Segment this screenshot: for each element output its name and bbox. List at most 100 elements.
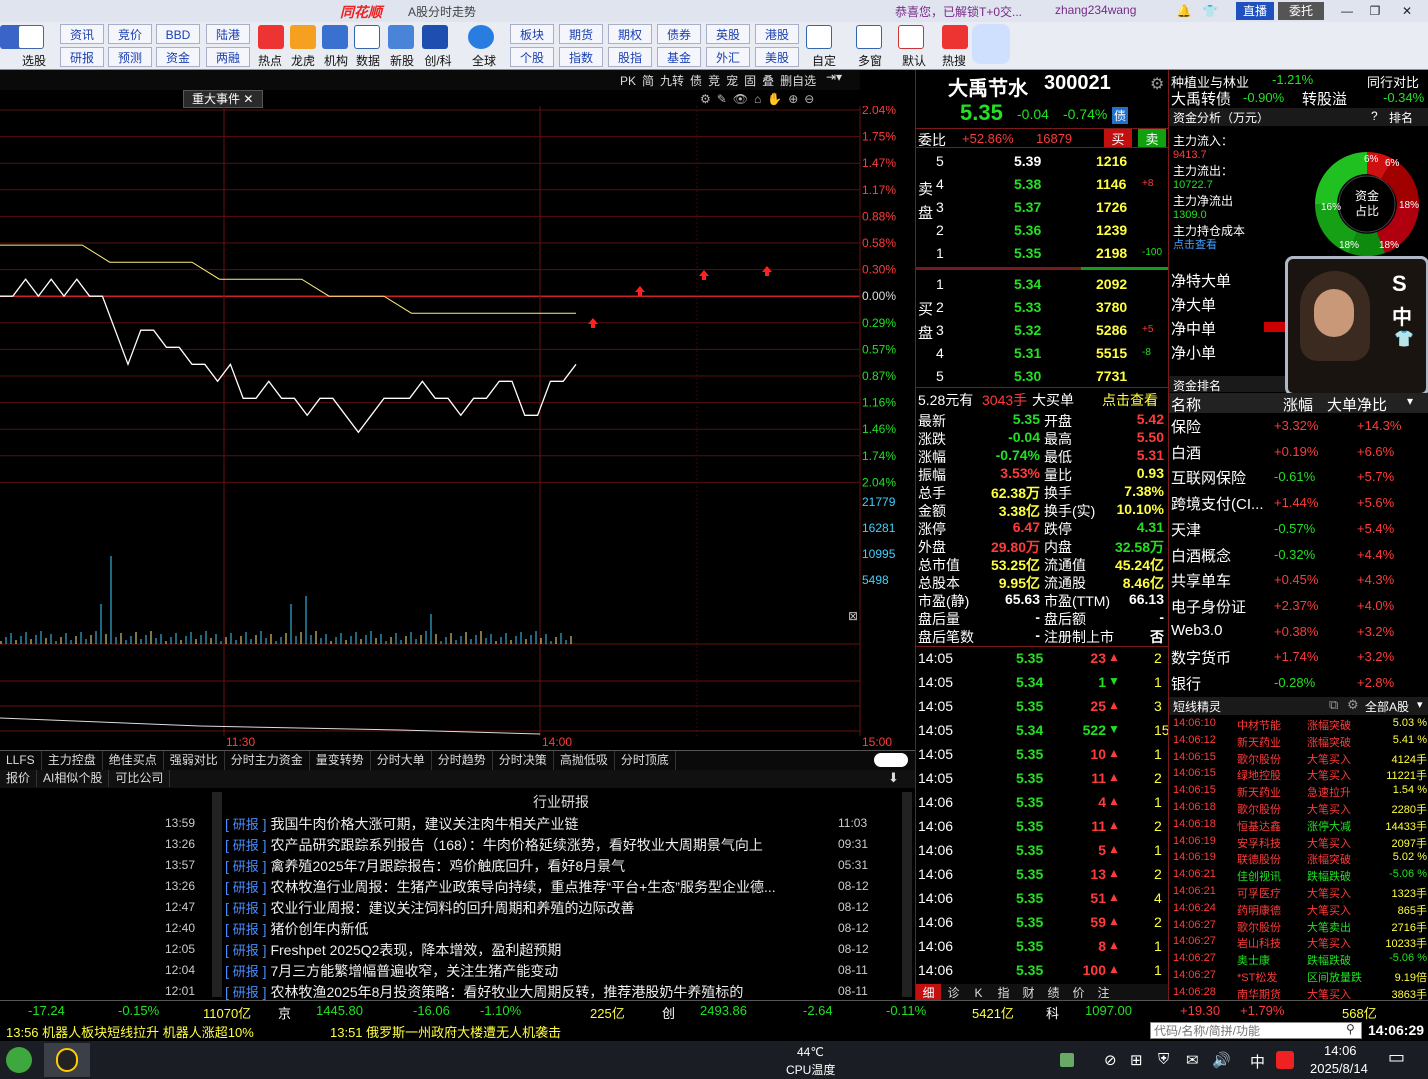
wizard-row[interactable]: 14:06:12 新天药业 涨幅突破 5.41 %: [1169, 734, 1428, 751]
news-scrollbar[interactable]: [902, 792, 912, 997]
tb-hk-connect[interactable]: 陆港: [206, 24, 250, 44]
nvidia-icon[interactable]: [1060, 1053, 1074, 1067]
ipo-icon[interactable]: [388, 25, 414, 49]
ths-tray-icon[interactable]: [1276, 1051, 1294, 1069]
wizard-row[interactable]: 14:06:24 药明康德 大笔买入 865手: [1169, 902, 1428, 919]
bids-row[interactable]: 4 5.31 5515 -8: [916, 343, 1169, 365]
help-icon[interactable]: ?: [1371, 109, 1378, 123]
tb-hk-stocks[interactable]: 港股: [755, 24, 799, 44]
asks-row[interactable]: 3 5.37 1726: [916, 197, 1169, 219]
bell-icon[interactable]: 🔔: [1176, 2, 1192, 20]
buy-button[interactable]: 买: [1104, 129, 1132, 147]
info-tab-1[interactable]: AI相似个股: [37, 770, 110, 787]
ticker-right[interactable]: 13:51 俄罗斯一州政府大楼遭无人机袭击: [330, 1022, 561, 1041]
news-item[interactable]: [ 研报 ] 猪价创年内新低: [225, 919, 885, 939]
news-item[interactable]: [ 研报 ] 7月三方能繁增幅普遍收窄，关注生猪产能变动: [225, 961, 885, 981]
custom-icon[interactable]: [806, 25, 832, 49]
news-item[interactable]: [ 研报 ] Freshpet 2025Q2表现，降本增效，盈利超预期: [225, 940, 885, 960]
multi-window-icon[interactable]: [856, 25, 882, 49]
bond-badge[interactable]: 债: [1112, 107, 1129, 124]
rank-row[interactable]: Web3.0 +0.38% +3.2%: [1169, 620, 1428, 646]
video-popup[interactable]: S 中 👕: [1285, 256, 1428, 396]
ticker-left[interactable]: 13:56 机器人板块短线拉升 机器人涨超10%: [6, 1022, 254, 1041]
peer-compare[interactable]: 同行对比: [1367, 72, 1419, 91]
quote-tab-1[interactable]: 诊: [941, 984, 966, 1001]
wizard-row[interactable]: 14:06:21 佳创视讯 跌幅跌破 -5.06 %: [1169, 868, 1428, 885]
tb-sector[interactable]: 板块: [510, 24, 554, 44]
indicator-tab-7[interactable]: 分时趋势: [432, 751, 493, 770]
wizard-scope-arrow-icon[interactable]: ▾: [1417, 698, 1423, 711]
dragon-icon[interactable]: [290, 25, 316, 49]
tb-forecast[interactable]: 预测: [108, 47, 152, 67]
tb-research[interactable]: 研报: [60, 47, 104, 67]
globe-icon[interactable]: [468, 25, 494, 49]
wizard-scope[interactable]: 全部A股: [1365, 698, 1409, 715]
quote-tab-7[interactable]: 注: [1091, 984, 1116, 1001]
tb-funds[interactable]: 基金: [657, 47, 701, 67]
chart-expand-icon[interactable]: ⇥▾: [826, 70, 842, 84]
tb-us-stocks[interactable]: 美股: [755, 47, 799, 67]
settings-icon[interactable]: ⚙: [1150, 74, 1164, 94]
wizard-row[interactable]: 14:06:18 歌尔股份 大笔买入 2280手: [1169, 801, 1428, 818]
chart-tool-8[interactable]: 删自选: [780, 74, 816, 88]
rank-sort-icon[interactable]: ▾: [1407, 394, 1413, 408]
search-input[interactable]: [1150, 1022, 1362, 1039]
rank-col-name[interactable]: 名称: [1171, 394, 1201, 415]
chart-tools[interactable]: ⚙✎👁⌂✋⊕⊖: [700, 92, 820, 106]
quote-tab-6[interactable]: 价: [1066, 984, 1091, 1001]
tb-futures[interactable]: 期货: [559, 24, 603, 44]
tb-single-stock[interactable]: 个股: [510, 47, 554, 67]
chart-tool-3[interactable]: 债: [690, 74, 702, 88]
wizard-settings-icon[interactable]: ⚙: [1347, 697, 1359, 713]
info-tab-0[interactable]: 报价: [0, 770, 38, 787]
rank-row[interactable]: 数字货币 +1.74% +3.2%: [1169, 645, 1428, 671]
news-item[interactable]: [ 研报 ] 农林牧渔2025年8月投资策略：看好牧业大周期反转，推荐港股奶牛养…: [225, 982, 885, 1002]
username[interactable]: zhang234wang: [1055, 3, 1136, 17]
chart-tool-0[interactable]: PK: [620, 74, 636, 88]
wizard-row[interactable]: 14:06:10 中材节能 涨幅突破 5.03 %: [1169, 717, 1428, 734]
indicator-tab-8[interactable]: 分时决策: [493, 751, 554, 770]
search-icon[interactable]: ⚲: [1346, 1022, 1355, 1036]
news-item[interactable]: [ 研报 ] 农林牧渔行业周报：生猪产业政策导向持续，重点推荐“平台+生态”服务…: [225, 877, 885, 897]
tb-index[interactable]: 指数: [559, 47, 603, 67]
rank-row[interactable]: 跨境支付(CI... +1.44% +5.6%: [1169, 491, 1428, 517]
wizard-row[interactable]: 14:06:15 新天药业 急速拉升 1.54 %: [1169, 784, 1428, 801]
chart-tool-4[interactable]: 竞: [708, 74, 720, 88]
robot-icon[interactable]: [972, 24, 1010, 64]
quote-tab-0[interactable]: 细: [916, 984, 941, 1001]
chart-tool-6[interactable]: 固: [744, 74, 756, 88]
rank-row[interactable]: 天津 -0.57% +5.4%: [1169, 517, 1428, 543]
rank-row[interactable]: 白酒 +0.19% +6.6%: [1169, 440, 1428, 466]
wizard-restore-icon[interactable]: ⧉: [1329, 697, 1338, 713]
price-chart[interactable]: 2.04% 1.75% 1.47% 1.17% 0.88% 0.58% 0.30% 0.00%…: [0, 106, 915, 750]
ime-indicator[interactable]: 中: [1250, 1051, 1265, 1072]
wizard-row[interactable]: 14:06:27 奥士康 跌幅跌破 -5.06 %: [1169, 952, 1428, 969]
indicator-tab-2[interactable]: 绝佳买点: [103, 751, 164, 770]
toggle-icon[interactable]: [874, 753, 908, 767]
bids-row[interactable]: 2 5.33 3780: [916, 297, 1169, 319]
chart-tool-1[interactable]: 简: [642, 74, 654, 88]
start-icon[interactable]: [6, 1047, 32, 1073]
pe-icon[interactable]: [354, 25, 380, 49]
news-item[interactable]: [ 研报 ] 农产品研究跟踪系列报告（168）：牛肉价格延续涨势，看好牧业大周期…: [225, 835, 885, 855]
rank-row[interactable]: 白酒概念 -0.32% +4.4%: [1169, 543, 1428, 569]
indicator-tab-0[interactable]: LLFS: [0, 751, 42, 770]
live-button[interactable]: 直播: [1236, 2, 1274, 20]
sell-button[interactable]: 卖: [1138, 129, 1166, 147]
notification-icon[interactable]: ▭: [1388, 1047, 1405, 1068]
qq-icon[interactable]: [44, 1043, 90, 1077]
rank-label[interactable]: 排名: [1389, 109, 1413, 126]
shirt-icon[interactable]: 👕: [1202, 2, 1218, 20]
chart-tool-7[interactable]: 叠: [762, 74, 774, 88]
wizard-row[interactable]: 14:06:27 歌尔股份 大笔卖出 2716手: [1169, 919, 1428, 936]
tb-options[interactable]: 期权: [608, 24, 652, 44]
indicator-tab-4[interactable]: 分时主力资金: [225, 751, 310, 770]
tb-bbd[interactable]: BBD: [156, 24, 200, 44]
quote-tab-5[interactable]: 绩: [1041, 984, 1066, 1001]
wizard-row[interactable]: 14:06:15 绿地控股 大笔买入 11221手: [1169, 767, 1428, 784]
fund-item[interactable]: 主力持仓成本 点击查看: [1173, 222, 1303, 252]
chart-tool-2[interactable]: 九转: [660, 74, 684, 88]
restore-icon[interactable]: ❐: [1362, 2, 1388, 20]
rank-row[interactable]: 电子身份证 +2.37% +4.0%: [1169, 594, 1428, 620]
home-icon[interactable]: [898, 25, 924, 49]
